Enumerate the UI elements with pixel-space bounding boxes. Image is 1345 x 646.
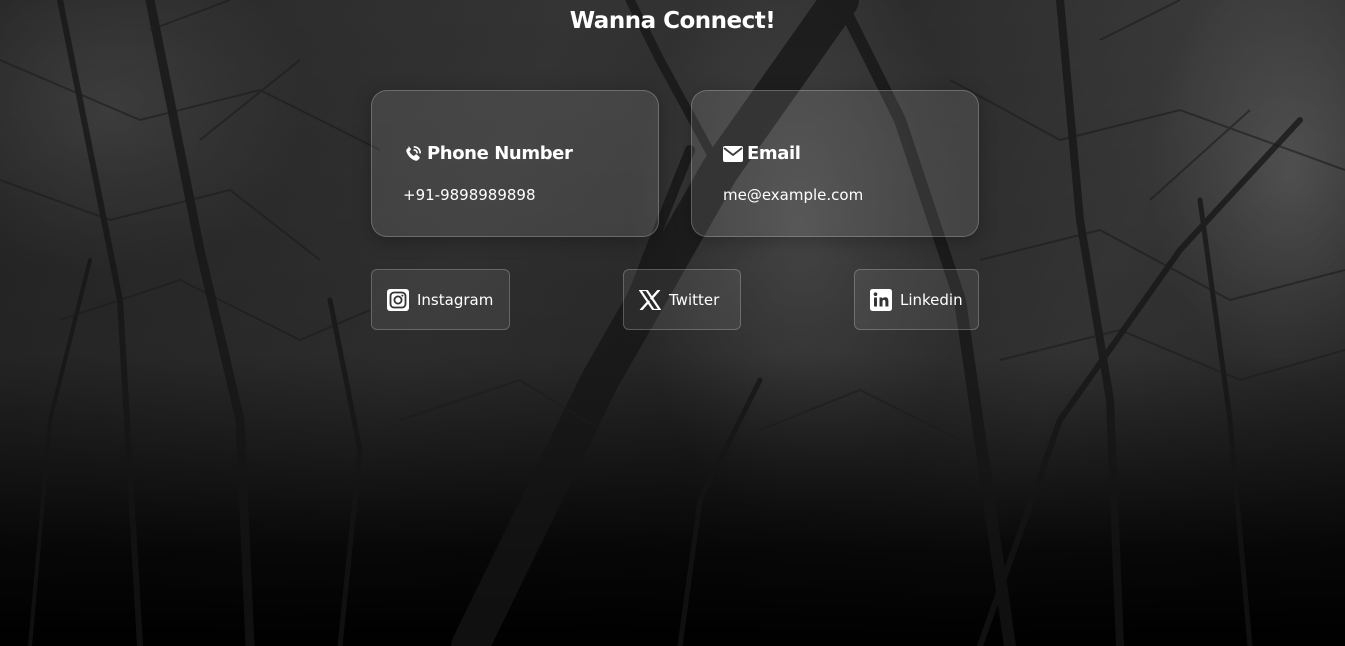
instagram-icon [387,288,409,311]
linkedin-label: Linkedin [900,290,963,309]
email-address-value[interactable]: me@example.com [723,186,863,204]
linkedin-icon [870,288,892,311]
phone-icon [403,144,423,164]
phone-card: Phone Number +91-9898989898 [371,90,659,237]
phone-card-label: Phone Number [427,143,573,164]
x-icon [639,289,661,310]
email-card-label: Email [747,143,801,164]
email-card-header: Email [723,143,801,164]
phone-number-value: +91-9898989898 [403,186,536,204]
instagram-label: Instagram [417,290,494,309]
instagram-link[interactable]: Instagram [371,269,510,330]
phone-card-header: Phone Number [403,143,573,164]
twitter-label: Twitter [669,290,720,309]
linkedin-link[interactable]: Linkedin [854,269,979,330]
envelope-icon [723,145,743,162]
section-title: Wanna Connect! [569,8,776,34]
twitter-link[interactable]: Twitter [623,269,741,330]
email-card: Email me@example.com [691,90,979,237]
